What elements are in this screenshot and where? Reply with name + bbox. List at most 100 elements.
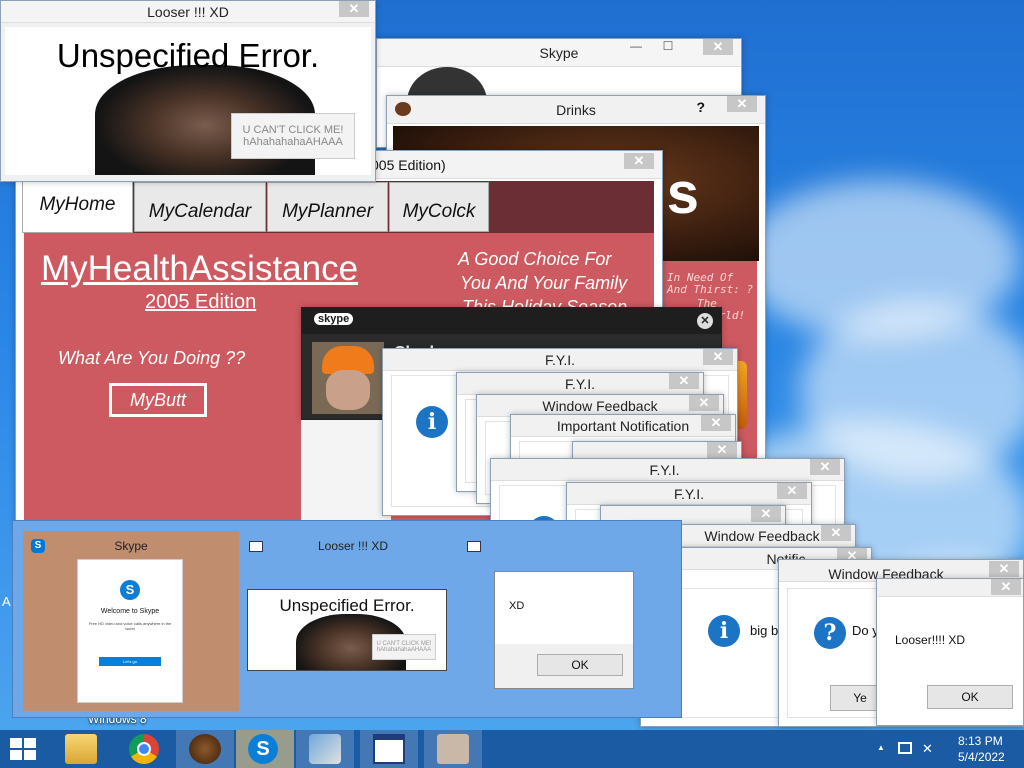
info-icon: i (708, 615, 740, 647)
ok-button[interactable]: OK (927, 685, 1013, 709)
close-button[interactable]: ✕ (727, 96, 757, 112)
maximize-button[interactable]: ☐ (657, 39, 679, 55)
help-button[interactable]: ? (696, 99, 705, 115)
preview-msgbox[interactable]: XD OK (465, 531, 681, 711)
close-button[interactable]: ✕ (701, 415, 731, 431)
windows-start-button[interactable] (10, 738, 36, 760)
preview-msgbox-card: XD OK (494, 571, 634, 689)
taskbar-window[interactable] (360, 730, 418, 768)
preview-title: Skype (114, 539, 148, 553)
mha-subheading: 2005 Edition (145, 291, 257, 313)
close-button[interactable]: ✕ (689, 395, 719, 411)
mha-tab-bar: MyHome MyCalendar MyPlanner MyColck (22, 179, 654, 233)
dialog-title: F.Y.I. (673, 486, 705, 502)
windows-logo-icon (10, 738, 22, 748)
close-button[interactable]: ✕ (777, 483, 807, 499)
cant-click-button[interactable]: U CAN'T CLICK ME! hAhahahahaAHAAA (231, 113, 355, 159)
mha-heading: MyHealthAssistance (41, 249, 359, 288)
volume-muted-icon[interactable]: ✕ (922, 741, 933, 757)
skype-logo-icon: S (120, 580, 140, 600)
coffee-bean-icon (189, 734, 221, 764)
mha-slogan-3: This Holiday Season (462, 297, 628, 307)
close-button[interactable]: ✕ (624, 153, 654, 169)
dialog-title: F.Y.I. (544, 352, 576, 368)
skype-logo-icon: skype (314, 313, 354, 325)
looser-window-title: Looser !!! XD (147, 4, 229, 20)
mha-window-title: 005 Edition) (371, 157, 446, 173)
drinks-side-text-2: And Thirst: ? (667, 283, 754, 296)
clock-time[interactable]: 8:13 PM (958, 734, 1003, 748)
skype-call-header: skype ✕ (302, 308, 721, 334)
mha-slogan-1: A Good Choice For (458, 249, 612, 269)
person-icon (437, 734, 469, 764)
folder-icon (65, 734, 97, 764)
taskbar-drinks[interactable] (176, 730, 234, 768)
desktop-side-letter: A (2, 594, 11, 609)
error-text: Unspecified Error. (56, 37, 320, 74)
close-button[interactable]: ✕ (751, 506, 781, 522)
taskbar-person[interactable] (424, 730, 482, 768)
close-circle-icon[interactable]: ✕ (697, 313, 713, 329)
tab-myhome[interactable]: MyHome (22, 179, 133, 233)
tab-mycalendar[interactable]: MyCalendar (134, 182, 266, 232)
preview-tagline: Free HD video and voice calls anywhere i… (88, 621, 172, 631)
close-button[interactable]: ✕ (339, 1, 369, 17)
tray-overflow-arrow[interactable]: ▲ (877, 743, 885, 752)
close-button[interactable]: ✕ (821, 525, 851, 541)
cant-click-line2: hAhahahahaAHAAA (243, 136, 343, 148)
cant-click-line1: U CAN'T CLICK ME! (242, 124, 344, 136)
close-button[interactable]: ✕ (707, 442, 737, 458)
preview-skype[interactable]: S Skype S Welcome to Skype Free HD video… (23, 531, 239, 711)
info-icon: i (416, 406, 448, 438)
mybutt-button[interactable]: MyButt (109, 383, 207, 417)
taskbar-file-explorer[interactable] (52, 730, 110, 768)
dialog-message: Looser!!!! XD (895, 633, 966, 647)
preview-cant-line2: hAhahahahaAHAAA (376, 647, 432, 653)
clock-date[interactable]: 5/4/2022 (958, 750, 1005, 764)
preview-msgbox-footer: OK (495, 644, 633, 688)
caller-avatar (312, 342, 384, 414)
question-icon: ? (814, 617, 846, 649)
minimize-button[interactable]: — (625, 39, 647, 55)
taskbar: S ▲ ✕ 8:13 PM 5/4/2022 (0, 730, 1024, 768)
chrome-center (137, 742, 151, 756)
window-small-icon (467, 541, 481, 552)
close-button[interactable]: ✕ (703, 39, 733, 55)
tab-myplanner[interactable]: MyPlanner (267, 182, 388, 232)
taskbar-preview-flyout: S Skype S Welcome to Skype Free HD video… (12, 520, 682, 718)
banner-letter: s (666, 161, 699, 226)
close-button[interactable]: ✕ (989, 561, 1019, 577)
preview-message: XD (509, 600, 525, 612)
angry-face-image: Unspecified Error. U CAN'T CLICK ME! hAh… (5, 27, 371, 175)
skype-icon: S (248, 734, 278, 764)
dialog-title: F.Y.I. (564, 376, 596, 392)
dialog-title: Window Feedback (542, 398, 658, 414)
network-icon[interactable] (898, 742, 912, 754)
taskbar-chrome[interactable] (114, 730, 172, 768)
skype-call-lower-area (301, 420, 391, 520)
ok-button[interactable]: OK (537, 654, 623, 676)
looser-window[interactable]: Looser !!! XD ✕ Unspecified Error. U CAN… (0, 0, 376, 182)
tab-mycolck[interactable]: MyColck (389, 182, 489, 232)
caller-face (326, 370, 370, 410)
taskbar-skype-classic[interactable] (296, 730, 354, 768)
close-button[interactable]: ✕ (703, 349, 733, 365)
dialog-message: Do y (852, 623, 879, 638)
preview-skype-card: S Welcome to Skype Free HD video and voi… (77, 559, 183, 703)
preview-error-text: Unspecified Error. (279, 596, 415, 615)
close-button[interactable]: ✕ (669, 373, 699, 389)
preview-looser-card: Unspecified Error. U CAN'T CLICK ME! hAh… (247, 589, 447, 671)
drinks-window-title: Drinks (556, 102, 596, 118)
preview-looser[interactable]: Looser !!! XD Unspecified Error. U CAN'T… (245, 531, 461, 711)
taskbar-skype[interactable]: S (236, 730, 294, 768)
windows-logo-icon-part (24, 738, 36, 748)
chrome-icon (129, 734, 159, 764)
windows-logo-icon-part (24, 750, 36, 760)
dialog-title: F.Y.I. (649, 462, 680, 478)
looser-msg-dialog[interactable]: ✕ Looser!!!! XD OK (876, 578, 1024, 726)
preview-welcome: Welcome to Skype (100, 608, 160, 615)
close-button[interactable]: ✕ (810, 459, 840, 475)
skype-window-title: Skype (539, 45, 579, 61)
close-button[interactable]: ✕ (991, 579, 1021, 595)
window-icon (373, 734, 405, 764)
